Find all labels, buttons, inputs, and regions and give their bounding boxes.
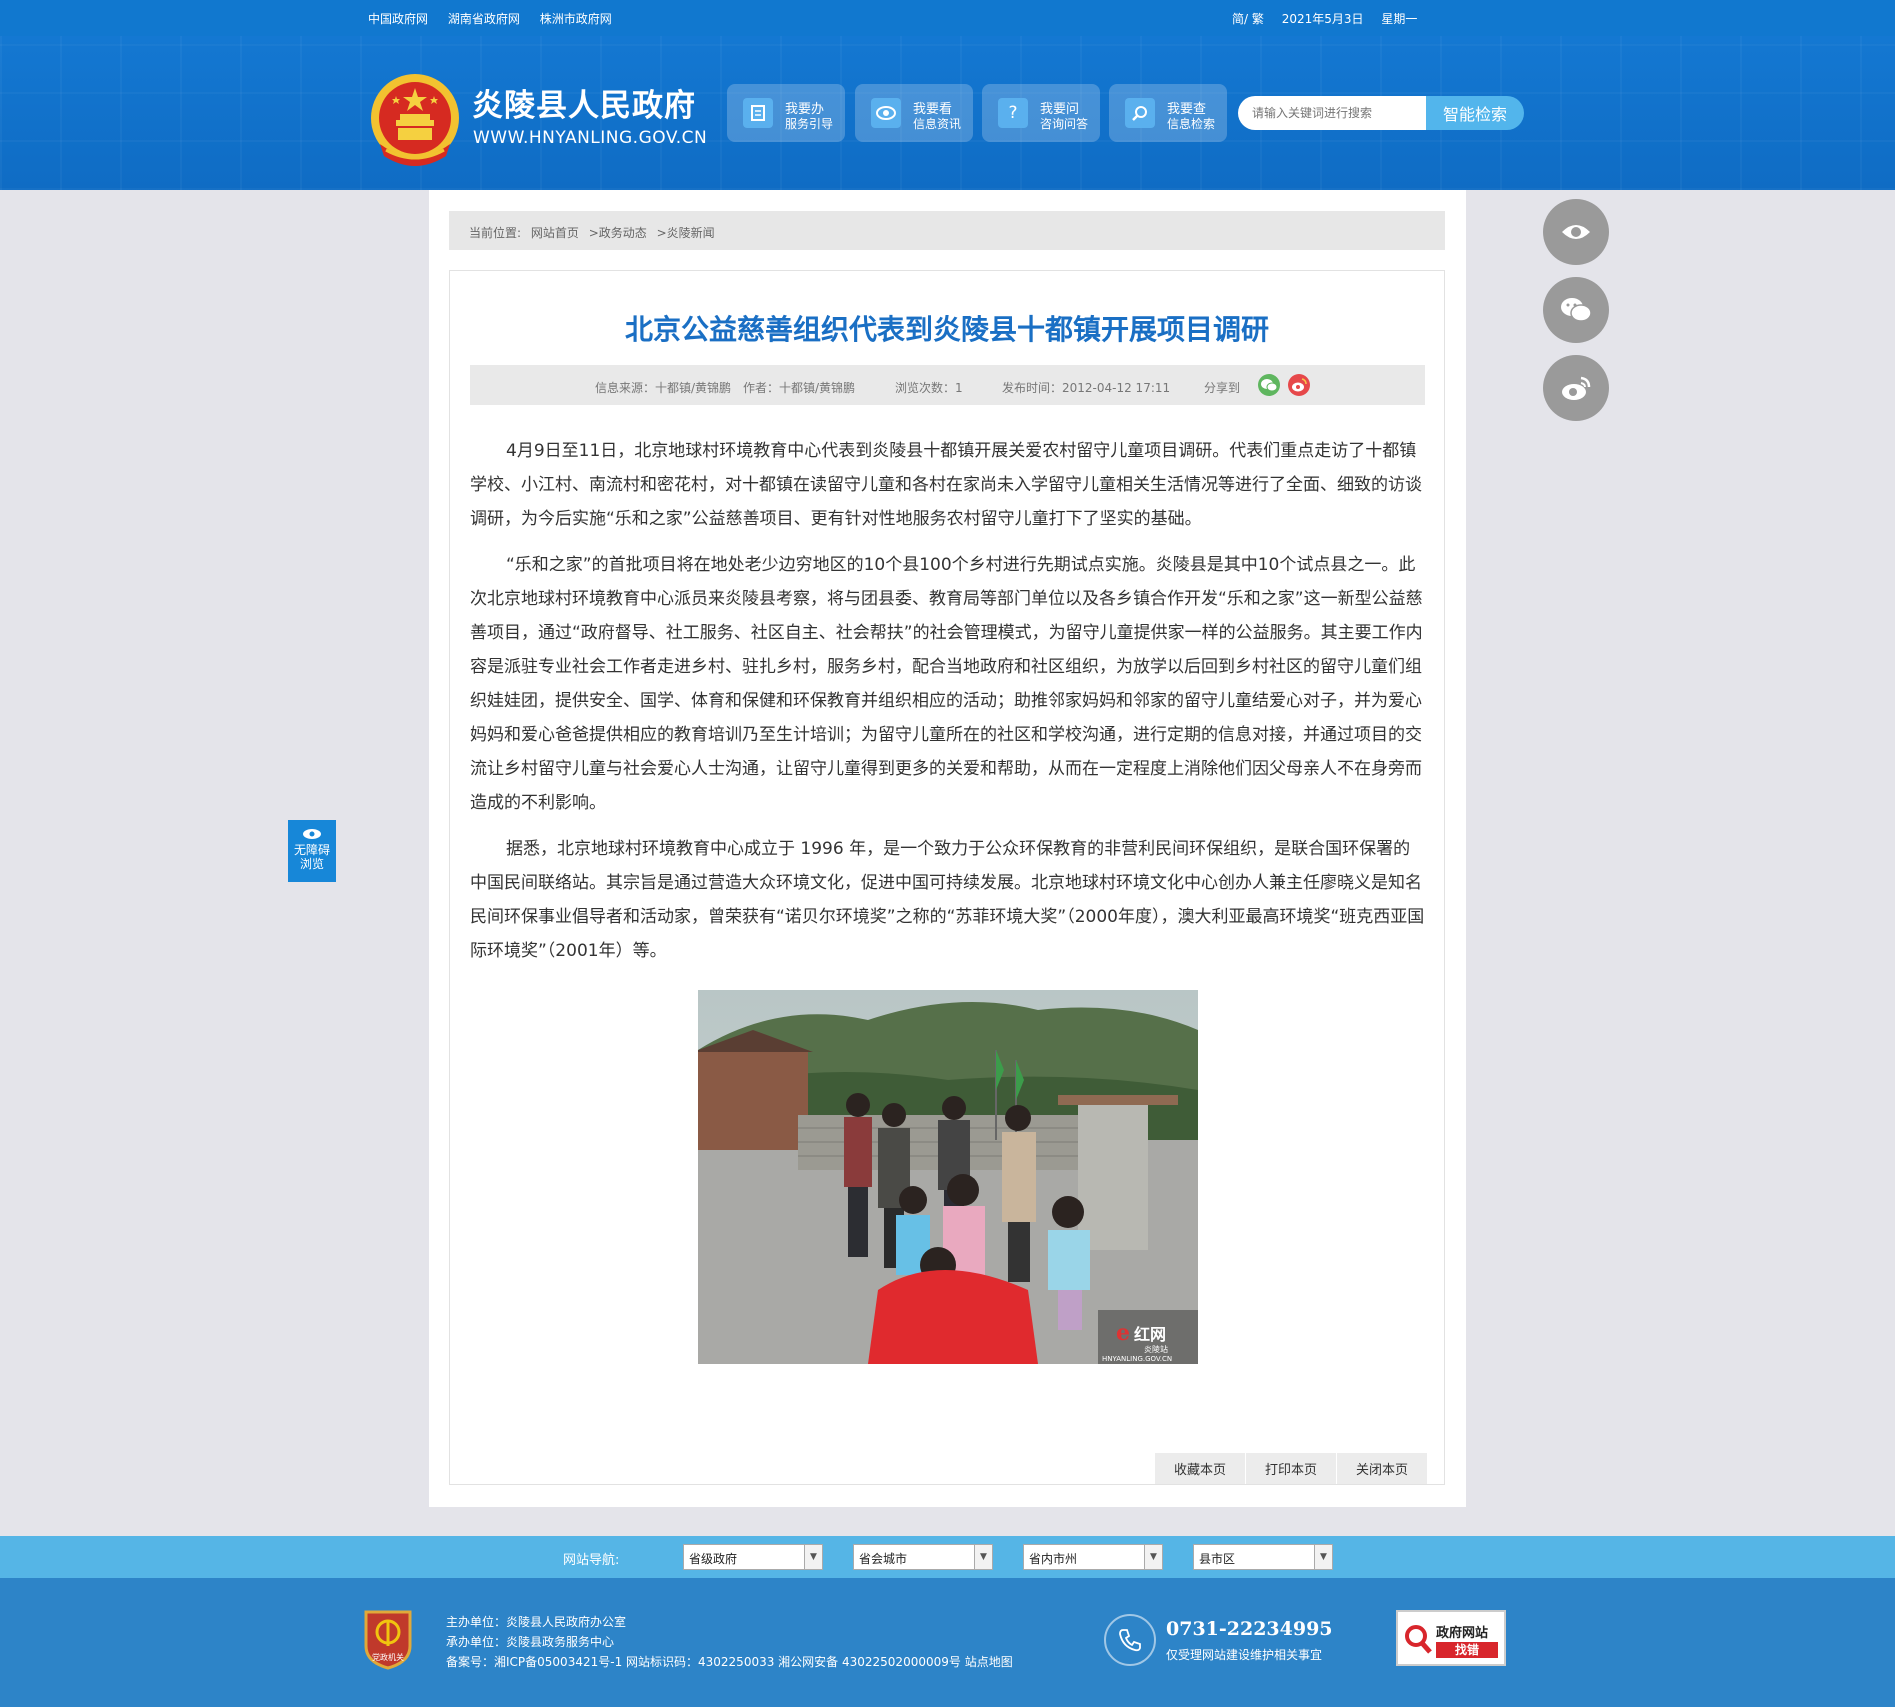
footer-sponsor: 主办单位：炎陵县人民政府办公室	[446, 1615, 627, 1629]
meta-views: 浏览次数：1	[895, 381, 963, 395]
select-provincial-gov[interactable]: 省级政府 ▼	[683, 1544, 823, 1570]
select-value: 县市区	[1199, 1552, 1236, 1566]
print-page-button[interactable]: 打印本页	[1246, 1453, 1336, 1484]
nav-service-guide-button[interactable]: 我要办 服务引导	[727, 84, 845, 142]
float-eye-button[interactable]	[1543, 199, 1609, 265]
site-header: 炎陵县人民政府 WWW.HNYANLING.GOV.CN 我要办 服务引导 我要…	[0, 36, 1895, 190]
chevron-down-icon: ▼	[1144, 1545, 1162, 1569]
float-weibo-button[interactable]	[1543, 355, 1609, 421]
nav-line2: 信息资讯	[913, 117, 962, 131]
wechat-icon	[1561, 298, 1592, 322]
article-paragraph: 4月9日至11日，北京地球村环境教育中心代表到炎陵县十都镇开展关爱农村留守儿童项…	[470, 441, 1422, 529]
article-photo: e 红网 炎陵站 HNYANLING.GOV.CN	[698, 990, 1198, 1364]
badge-text: 党政机关	[372, 1652, 404, 1662]
eye-icon	[1562, 225, 1590, 239]
footer-nav-label: 网站导航:	[563, 1553, 620, 1568]
question-icon: ?	[998, 98, 1028, 128]
nav-line2: 咨询问答	[1040, 117, 1089, 131]
breadcrumb-yanling-news[interactable]: >炎陵新闻	[657, 226, 715, 240]
top-bar: 中国政府网 湖南省政府网 株洲市政府网 简/ 繁 2021年5月3日 星期一	[0, 0, 1895, 36]
nav-line2: 服务引导	[785, 117, 834, 131]
document-icon	[743, 98, 773, 128]
weibo-share-icon[interactable]	[1288, 374, 1310, 396]
chevron-down-icon: ▼	[804, 1545, 822, 1569]
article-tools: 收藏本页 打印本页 关闭本页	[1154, 1453, 1427, 1484]
footer-phone-number: 0731-22234995	[1166, 1618, 1333, 1640]
article-body: 4月9日至11日，北京地球村环境教育中心代表到炎陵县十都镇开展关爱农村留守儿童项…	[470, 434, 1425, 980]
nav-qa-button[interactable]: ? 我要问 咨询问答	[982, 84, 1100, 142]
bookmark-page-button[interactable]: 收藏本页	[1155, 1453, 1245, 1484]
nav-info-news-button[interactable]: 我要看 信息资讯	[855, 84, 973, 142]
top-links: 中国政府网 湖南省政府网 株洲市政府网	[368, 10, 628, 27]
meta-share-label: 分享到	[1204, 381, 1241, 395]
float-wechat-button[interactable]	[1543, 277, 1609, 343]
current-weekday: 星期一	[1381, 12, 1418, 26]
eye-icon	[303, 829, 321, 839]
breadcrumb-label: 当前位置:	[469, 226, 522, 240]
smart-search-button[interactable]: 智能检索	[1426, 96, 1524, 130]
link-zhuzhou-gov[interactable]: 株洲市政府网	[540, 12, 612, 26]
error-report-line2: 找错	[1436, 1642, 1498, 1658]
site-name[interactable]: 炎陵县人民政府	[472, 80, 696, 125]
link-gov-cn[interactable]: 中国政府网	[368, 12, 428, 26]
current-date: 2021年5月3日	[1281, 12, 1364, 26]
svg-text:e: e	[1116, 1320, 1130, 1346]
photo-watermark: 红网	[1134, 1325, 1166, 1344]
party-gov-badge-icon[interactable]: 党政机关	[362, 1606, 414, 1670]
article-title: 北京公益慈善组织代表到炎陵县十都镇开展项目调研	[624, 313, 1269, 346]
phone-icon	[1104, 1614, 1156, 1666]
link-hunan-gov[interactable]: 湖南省政府网	[448, 12, 520, 26]
chevron-down-icon: ▼	[1314, 1545, 1332, 1569]
meta-author: 作者：十都镇/黄锦鹏	[743, 381, 856, 395]
select-cities-in-province[interactable]: 省内市州 ▼	[1023, 1544, 1163, 1570]
weibo-icon	[1562, 376, 1591, 400]
wechat-share-icon[interactable]	[1258, 374, 1280, 396]
search-icon	[1125, 98, 1155, 128]
footer-info: 主办单位：炎陵县人民政府办公室 承办单位：炎陵县政务服务中心 备案号：湘ICP备…	[446, 1612, 1013, 1672]
article-meta: 信息来源：十都镇/黄锦鹏 作者：十都镇/黄锦鹏 浏览次数：1 发布时间：2012…	[470, 365, 1425, 405]
select-counties[interactable]: 县市区 ▼	[1193, 1544, 1333, 1570]
footer-site-nav: 网站导航: 省级政府 ▼ 省会城市 ▼ 省内市州 ▼ 县市区 ▼	[0, 1536, 1895, 1578]
breadcrumb-gov-news[interactable]: >政务动态	[589, 226, 647, 240]
photo-watermark-sub: 炎陵站	[1144, 1344, 1168, 1354]
accessibility-line2: 浏览	[299, 857, 324, 871]
lang-switch[interactable]: 简/ 繁	[1232, 12, 1264, 26]
top-right-info: 简/ 繁 2021年5月3日 星期一	[1232, 10, 1431, 27]
photo-watermark-url: HNYANLING.GOV.CN	[1102, 1355, 1172, 1363]
breadcrumb-home[interactable]: 网站首页	[531, 226, 579, 240]
national-emblem-icon[interactable]	[366, 70, 464, 172]
chevron-down-icon: ▼	[974, 1545, 992, 1569]
magnifier-icon	[1405, 1625, 1432, 1654]
footer-phone-note: 仅受理网站建设维护相关事宜	[1166, 1648, 1323, 1662]
article-paragraph: 据悉，北京地球村环境教育中心成立于 1996 年，是一个致力于公众环保教育的非营…	[470, 839, 1425, 961]
site-footer: 党政机关 主办单位：炎陵县人民政府办公室 承办单位：炎陵县政务服务中心 备案号：…	[0, 1578, 1895, 1707]
meta-published: 发布时间：2012-04-12 17:11	[1002, 381, 1171, 395]
error-report-line1: 政府网站	[1436, 1626, 1489, 1641]
select-value: 省会城市	[859, 1552, 908, 1566]
accessibility-browse-button[interactable]: 无障碍 浏览	[288, 820, 336, 882]
accessibility-line1: 无障碍	[293, 843, 330, 857]
site-domain: WWW.HNYANLING.GOV.CN	[473, 128, 708, 148]
footer-organizer: 承办单位：炎陵县政务服务中心	[446, 1635, 615, 1649]
nav-line2: 信息检索	[1167, 117, 1216, 131]
gov-site-error-report-button[interactable]: 政府网站 找错	[1396, 1610, 1506, 1666]
search-input[interactable]	[1238, 96, 1428, 130]
footer-record[interactable]: 备案号：湘ICP备05003421号-1 网站标识码：4302250033 湘公…	[446, 1652, 1013, 1672]
nav-info-search-button[interactable]: 我要查 信息检索	[1109, 84, 1227, 142]
breadcrumb: 当前位置: 网站首页 >政务动态 >炎陵新闻	[449, 211, 1445, 250]
close-page-button[interactable]: 关闭本页	[1337, 1453, 1427, 1484]
eye-icon	[871, 98, 901, 128]
select-value: 省级政府	[689, 1552, 738, 1566]
article-paragraph: “乐和之家”的首批项目将在地处老少边穷地区的10个县100个乡村进行先期试点实施…	[470, 555, 1423, 813]
select-provincial-capitals[interactable]: 省会城市 ▼	[853, 1544, 993, 1570]
meta-source: 信息来源：十都镇/黄锦鹏	[595, 381, 732, 395]
select-value: 省内市州	[1029, 1552, 1078, 1566]
